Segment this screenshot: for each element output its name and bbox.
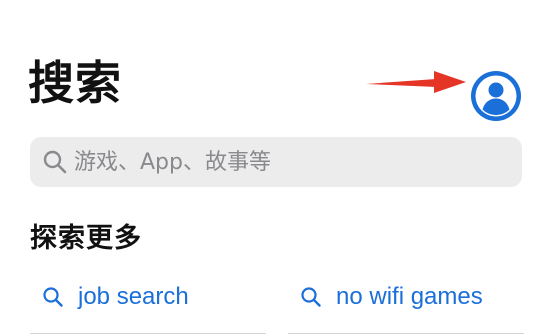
page-title: 搜索	[28, 56, 122, 110]
divider	[288, 333, 524, 334]
red-arrow-icon	[366, 71, 466, 93]
divider	[30, 333, 266, 334]
suggestion-item-no-wifi-games[interactable]: no wifi games	[300, 285, 483, 309]
account-avatar-button[interactable]	[471, 71, 521, 121]
discover-title: 探索更多	[30, 223, 142, 254]
search-input[interactable]	[74, 149, 504, 175]
suggestion-item-job-search[interactable]: job search	[42, 285, 189, 309]
person-circle-icon	[471, 71, 521, 121]
search-icon	[43, 150, 67, 174]
search-bar[interactable]	[30, 137, 522, 187]
search-icon	[43, 287, 63, 307]
search-icon	[301, 287, 321, 307]
suggestion-label: job search	[78, 283, 189, 310]
suggestion-label: no wifi games	[336, 283, 483, 310]
